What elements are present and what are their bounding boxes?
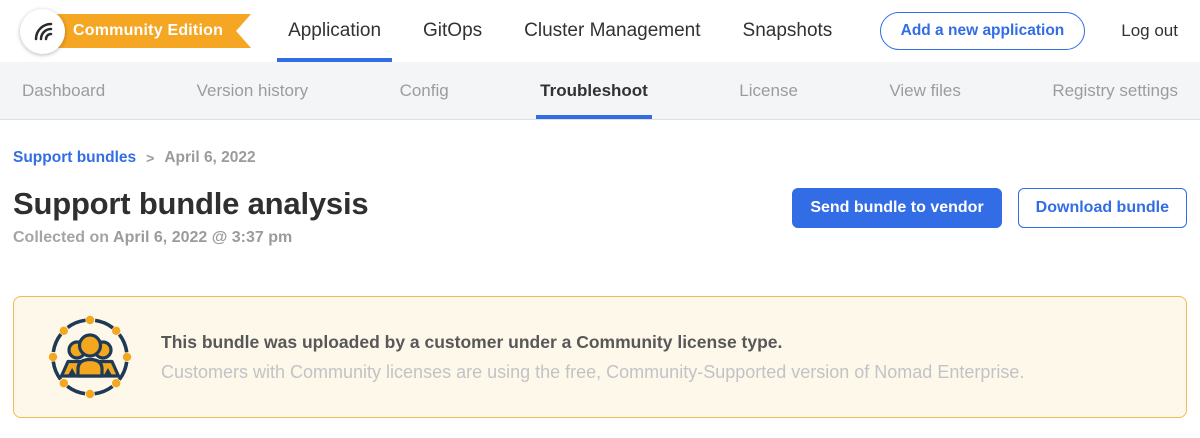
page-title: Support bundle analysis <box>13 186 368 222</box>
notice-title: This bundle was uploaded by a customer u… <box>161 332 1024 353</box>
title-block: Support bundle analysis Collected onApri… <box>13 186 368 247</box>
community-license-notice: This bundle was uploaded by a customer u… <box>13 296 1187 418</box>
notice-subtitle: Customers with Community licenses are us… <box>161 362 1024 383</box>
download-bundle-button[interactable]: Download bundle <box>1018 188 1187 228</box>
tab-gitops[interactable]: GitOps <box>412 0 493 62</box>
breadcrumb-separator: > <box>146 150 154 166</box>
community-edition-badge: Community Edition <box>41 14 251 48</box>
top-navbar-right: Add a new application Log out <box>880 0 1200 62</box>
app-window: Community Edition Application GitOps Clu… <box>0 0 1200 438</box>
subnav-item-troubleshoot[interactable]: Troubleshoot <box>540 62 648 119</box>
subnav-item-config[interactable]: Config <box>400 62 449 119</box>
main-content: Support bundles > April 6, 2022 Support … <box>0 149 1200 418</box>
replicated-logo-icon <box>31 19 55 43</box>
send-bundle-to-vendor-button[interactable]: Send bundle to vendor <box>792 188 1001 228</box>
logout-link[interactable]: Log out <box>1121 21 1178 41</box>
bundle-actions: Send bundle to vendor Download bundle <box>792 188 1187 228</box>
app-sub-navbar: Dashboard Version history Config Trouble… <box>0 62 1200 120</box>
subnav-item-license[interactable]: License <box>739 62 798 119</box>
breadcrumb: Support bundles > April 6, 2022 <box>13 149 1187 167</box>
subnav-item-dashboard[interactable]: Dashboard <box>22 62 105 119</box>
community-people-icon <box>47 314 133 400</box>
top-navbar: Community Edition Application GitOps Clu… <box>0 0 1200 62</box>
notice-text: This bundle was uploaded by a customer u… <box>161 332 1024 383</box>
subnav-item-version-history[interactable]: Version history <box>197 62 309 119</box>
subnav-item-view-files[interactable]: View files <box>889 62 961 119</box>
collected-timestamp: Collected onApril 6, 2022 @ 3:37 pm <box>13 229 368 247</box>
collected-date: April 6, 2022 @ 3:37 pm <box>113 229 292 246</box>
tab-application[interactable]: Application <box>277 0 392 62</box>
collected-prefix: Collected on <box>13 229 109 246</box>
tab-snapshots[interactable]: Snapshots <box>732 0 844 62</box>
add-new-application-button[interactable]: Add a new application <box>880 12 1086 50</box>
brand: Community Edition <box>20 0 251 62</box>
top-nav-links: Application GitOps Cluster Management Sn… <box>277 0 863 62</box>
tab-cluster-management[interactable]: Cluster Management <box>513 0 711 62</box>
breadcrumb-support-bundles-link[interactable]: Support bundles <box>13 149 136 167</box>
replicated-logo[interactable] <box>20 9 65 54</box>
title-row: Support bundle analysis Collected onApri… <box>13 186 1187 247</box>
subnav-item-registry-settings[interactable]: Registry settings <box>1052 62 1178 119</box>
breadcrumb-current: April 6, 2022 <box>164 149 255 167</box>
